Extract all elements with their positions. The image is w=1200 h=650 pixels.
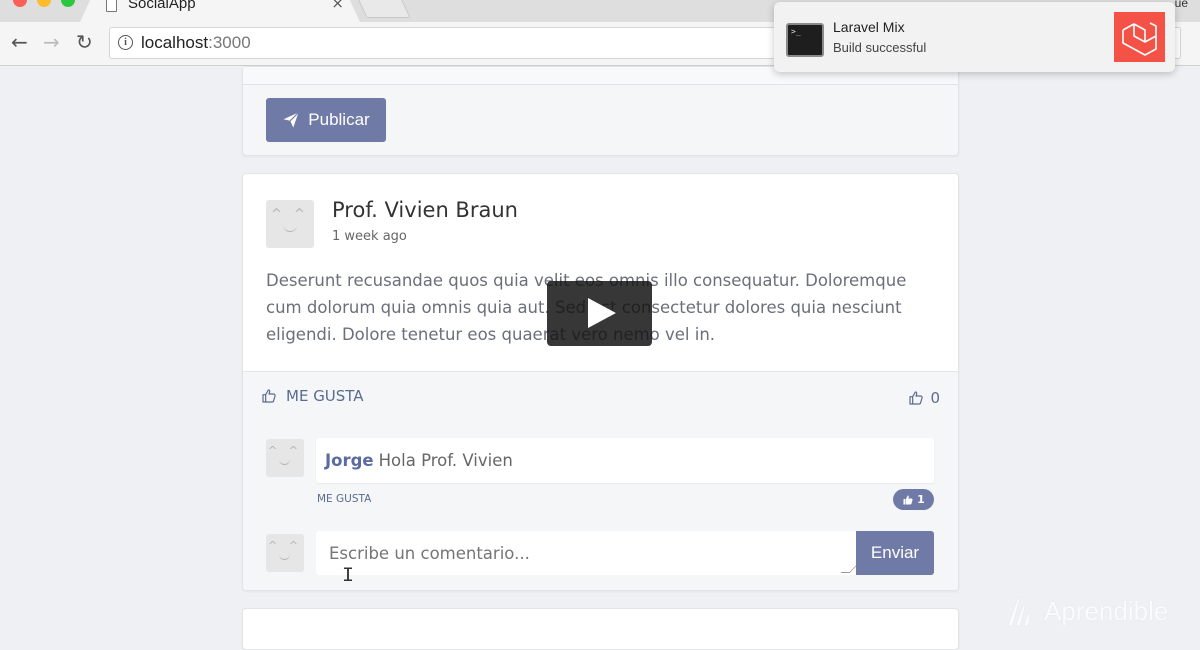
comment-like-button[interactable]: ME GUSTA [317, 493, 371, 505]
thumbs-up-icon [903, 495, 913, 504]
thumbs-up-outline-icon [909, 391, 924, 405]
comment-bubble: Jorge Hola Prof. Vivien [316, 438, 934, 483]
thumbs-up-outline-icon [262, 389, 276, 403]
like-label: ME GUSTA [286, 387, 364, 405]
back-arrow-icon[interactable]: ← [11, 30, 28, 54]
comment-author[interactable]: Jorge [325, 451, 374, 470]
tab-close-icon[interactable]: × [331, 0, 344, 12]
notification-body: Build successful [833, 40, 927, 55]
text-cursor-icon: I [342, 565, 355, 588]
window-close-dot[interactable] [13, 0, 27, 7]
notification-title: Laravel Mix [833, 19, 905, 35]
post-card: ^ ^ Prof. Vivien Braun 1 week ago Deseru… [242, 173, 959, 591]
window-minimize-dot[interactable] [37, 0, 51, 7]
url-host: localhost [141, 33, 209, 52]
profile-name[interactable]: ue [1175, 0, 1188, 10]
post-timestamp: 1 week ago [332, 229, 407, 244]
laravel-logo-icon [1114, 12, 1165, 62]
forward-arrow-icon[interactable]: → [43, 30, 60, 54]
tab-title: SocialApp [128, 0, 196, 12]
system-notification[interactable]: >_ Laravel Mix Build successful [774, 2, 1175, 72]
paper-plane-icon [283, 112, 300, 128]
post-author: Prof. Vivien Braun [332, 198, 518, 222]
info-icon[interactable]: i [118, 35, 133, 50]
next-post-card [242, 608, 959, 650]
comment-like-count: 1 [917, 493, 925, 506]
publish-button[interactable]: Publicar [266, 98, 386, 142]
current-user-avatar: ^ ^ [266, 534, 304, 572]
like-button[interactable]: ME GUSTA [261, 387, 364, 405]
url-text[interactable]: localhost:3000 [141, 33, 251, 53]
like-count-value: 0 [930, 389, 940, 407]
document-icon [106, 0, 117, 12]
window-zoom-dot[interactable] [61, 0, 75, 7]
aprendible-watermark: Aprendible [1004, 593, 1168, 629]
publish-card: Publicar [242, 66, 959, 156]
send-comment-button[interactable]: Enviar [856, 531, 934, 575]
aprendible-logo-icon [1007, 597, 1031, 627]
comment-input[interactable] [316, 531, 856, 575]
new-tab-button[interactable] [357, 0, 411, 18]
play-icon [588, 298, 616, 328]
watermark-text: Aprendible [1044, 595, 1169, 626]
comment-text: Hola Prof. Vivien [378, 451, 513, 470]
browser-tab[interactable]: SocialApp × [80, 0, 360, 22]
publish-button-label: Publicar [308, 110, 370, 129]
video-play-button[interactable] [547, 281, 652, 346]
comment-like-badge: 1 [893, 489, 934, 510]
terminal-icon: >_ [786, 23, 824, 57]
url-port: :3000 [208, 33, 251, 52]
author-avatar: ^ ^ [266, 200, 314, 248]
post-footer: ME GUSTA 0 [243, 371, 958, 425]
commenter-avatar: ^ ^ [266, 439, 304, 477]
reload-icon[interactable]: ↻ [76, 30, 93, 54]
post-like-count: 0 [908, 389, 940, 407]
